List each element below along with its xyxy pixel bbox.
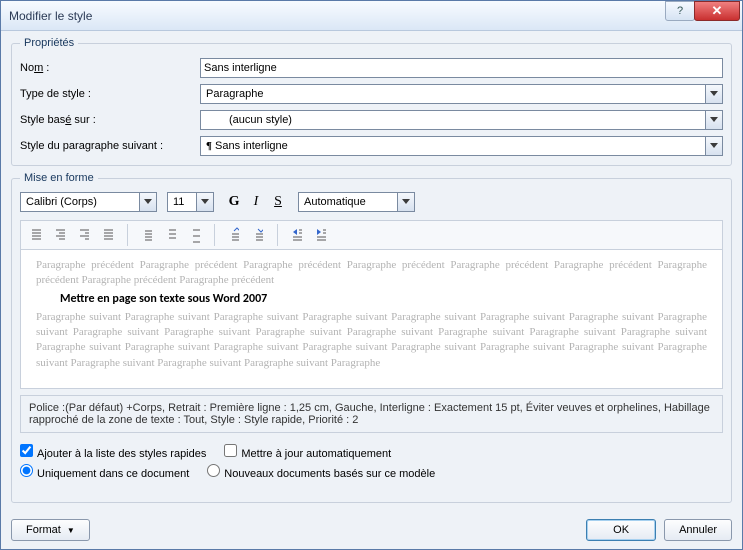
- quick-styles-option[interactable]: Ajouter à la liste des styles rapides: [20, 444, 206, 460]
- cancel-button[interactable]: Annuler: [664, 519, 732, 541]
- line-spacing-15-button[interactable]: [160, 224, 182, 246]
- space-before-increase-button[interactable]: [223, 224, 245, 246]
- preview-pane: Paragraphe précédent Paragraphe précéden…: [20, 249, 723, 389]
- font-size-combo[interactable]: 11: [167, 192, 214, 212]
- style-type-value: Paragraphe: [200, 84, 706, 104]
- style-type-combo[interactable]: Paragraphe: [200, 84, 723, 104]
- formatting-legend: Mise en forme: [20, 172, 98, 184]
- based-on-label: Style basé sur :: [20, 114, 200, 126]
- style-type-label: Type de style :: [20, 88, 200, 100]
- style-description: Police :(Par défaut) +Corps, Retrait : P…: [20, 395, 723, 433]
- chevron-down-icon: [201, 199, 209, 205]
- line-spacing-2-icon: [190, 227, 200, 243]
- quick-styles-checkbox[interactable]: [20, 444, 33, 457]
- auto-update-checkbox[interactable]: [224, 444, 237, 457]
- chevron-down-icon: [710, 91, 718, 97]
- titlebar[interactable]: Modifier le style ? ✕: [1, 1, 742, 31]
- line-spacing-2-button[interactable]: [184, 224, 206, 246]
- options-area: Ajouter à la liste des styles rapides Me…: [20, 441, 723, 481]
- align-right-button[interactable]: [73, 224, 95, 246]
- font-name-combo[interactable]: Calibri (Corps): [20, 192, 157, 212]
- chevron-down-icon: [710, 117, 718, 123]
- line-spacing-1-icon: [142, 227, 152, 243]
- font-color-dropdown-button[interactable]: [398, 192, 415, 212]
- properties-group: Propriétés Nom : Type de style : Paragra…: [11, 37, 732, 166]
- chevron-down-icon: ▼: [67, 526, 75, 535]
- following-style-dropdown-button[interactable]: [706, 136, 723, 156]
- help-icon: ?: [677, 5, 683, 17]
- style-type-dropdown-button[interactable]: [706, 84, 723, 104]
- window-buttons: ? ✕: [666, 1, 740, 21]
- decrease-indent-icon: [292, 227, 302, 243]
- italic-button[interactable]: I: [246, 192, 266, 212]
- name-label: Nom :: [20, 62, 200, 74]
- following-style-combo[interactable]: ¶ Sans interligne: [200, 136, 723, 156]
- font-name-value: Calibri (Corps): [20, 192, 140, 212]
- based-on-dropdown-button[interactable]: [706, 110, 723, 130]
- help-button[interactable]: ?: [665, 1, 695, 21]
- ok-button[interactable]: OK: [586, 519, 656, 541]
- close-icon: ✕: [712, 3, 723, 19]
- formatting-group: Mise en forme Calibri (Corps) 11 G I S A…: [11, 172, 732, 503]
- line-spacing-15-icon: [166, 227, 176, 243]
- font-size-value: 11: [167, 192, 197, 212]
- dialog-window: Modifier le style ? ✕ Propriétés Nom : T…: [0, 0, 743, 550]
- font-color-value: Automatique: [298, 192, 398, 212]
- font-size-dropdown-button[interactable]: [197, 192, 214, 212]
- bold-button[interactable]: G: [224, 192, 244, 212]
- chevron-down-icon: [710, 143, 718, 149]
- line-spacing-1-button[interactable]: [136, 224, 158, 246]
- auto-update-option[interactable]: Mettre à jour automatiquement: [224, 444, 391, 460]
- following-style-value: ¶ Sans interligne: [200, 136, 706, 156]
- increase-indent-icon: [316, 227, 326, 243]
- based-on-value: (aucun style): [200, 110, 706, 130]
- chevron-down-icon: [402, 199, 410, 205]
- chevron-down-icon: [144, 199, 152, 205]
- underline-button[interactable]: S: [268, 192, 288, 212]
- align-center-icon: [55, 227, 65, 243]
- font-color-combo[interactable]: Automatique: [298, 192, 415, 212]
- align-left-button[interactable]: [25, 224, 47, 246]
- this-document-option[interactable]: Uniquement dans ce document: [20, 464, 189, 480]
- align-left-icon: [31, 227, 41, 243]
- dialog-footer: Format▼ OK Annuler: [11, 519, 732, 541]
- properties-legend: Propriétés: [20, 37, 78, 49]
- based-on-combo[interactable]: (aucun style): [200, 110, 723, 130]
- this-document-radio[interactable]: [20, 464, 33, 477]
- close-button[interactable]: ✕: [694, 1, 740, 21]
- preview-sample-text: Mettre en page son texte sous Word 2007: [60, 291, 707, 308]
- new-documents-radio[interactable]: [207, 464, 220, 477]
- space-before-decrease-button[interactable]: [247, 224, 269, 246]
- font-name-dropdown-button[interactable]: [140, 192, 157, 212]
- align-center-button[interactable]: [49, 224, 71, 246]
- align-right-icon: [79, 227, 89, 243]
- format-button[interactable]: Format▼: [11, 519, 90, 541]
- align-justify-button[interactable]: [97, 224, 119, 246]
- following-style-label: Style du paragraphe suivant :: [20, 140, 200, 152]
- paragraph-toolbar: [20, 220, 723, 250]
- dialog-body: Propriétés Nom : Type de style : Paragra…: [1, 31, 742, 549]
- pilcrow-icon: ¶: [206, 140, 212, 152]
- name-input[interactable]: [200, 58, 723, 78]
- align-justify-icon: [103, 227, 113, 243]
- preview-before-text: Paragraphe précédent Paragraphe précéden…: [36, 258, 707, 289]
- increase-indent-button[interactable]: [310, 224, 332, 246]
- preview-after-text: Paragraphe suivant Paragraphe suivant Pa…: [36, 310, 707, 372]
- dialog-title: Modifier le style: [9, 9, 666, 23]
- decrease-indent-button[interactable]: [286, 224, 308, 246]
- space-before-increase-icon: [229, 227, 239, 243]
- space-before-decrease-icon: [253, 227, 263, 243]
- new-documents-option[interactable]: Nouveaux documents basés sur ce modèle: [207, 464, 435, 480]
